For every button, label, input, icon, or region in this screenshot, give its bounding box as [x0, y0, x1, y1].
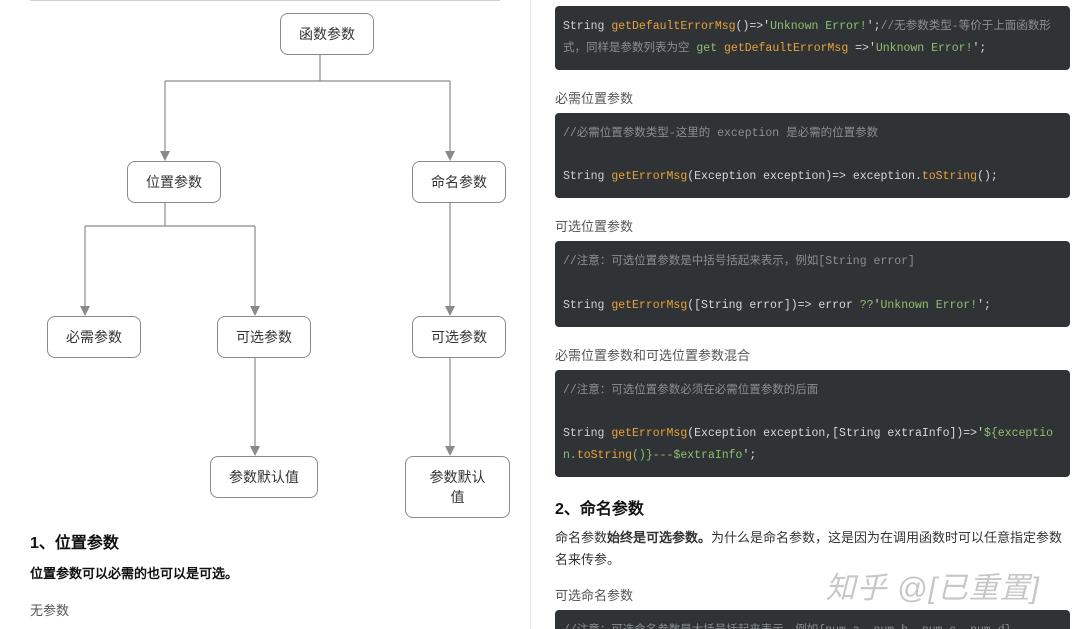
section-1-title: 1、位置参数 — [30, 529, 500, 553]
code-block-3: //注意：可选位置参数必须在必需位置参数的后面 String getErrorM… — [555, 370, 1070, 477]
section-1-lead: 位置参数可以必需的也可以是可选。 — [30, 563, 500, 582]
flow-node-def2: 参数默认值 — [405, 456, 510, 518]
code-block-1: //必需位置参数类型-这里的 exception 是必需的位置参数 String… — [555, 113, 1070, 199]
flow-node-req: 必需参数 — [47, 316, 141, 358]
flow-node-root: 函数参数 — [280, 13, 374, 55]
section-2-para: 命名参数始终是可选参数。为什么是命名参数，这是因为在调用函数时可以任意指定参数名… — [555, 527, 1070, 571]
section-2-title: 2、命名参数 — [555, 495, 1070, 519]
heading-required-pos: 必需位置参数 — [555, 88, 1070, 107]
code-block-0: String getDefaultErrorMsg()=>'Unknown Er… — [555, 6, 1070, 70]
subheading-noargs: 无参数 — [30, 600, 500, 619]
flow-node-opt1: 可选参数 — [217, 316, 311, 358]
heading-optional-pos: 可选位置参数 — [555, 216, 1070, 235]
heading-optional-named: 可选命名参数 — [555, 585, 1070, 604]
flow-node-named: 命名参数 — [412, 161, 506, 203]
heading-mixed-pos: 必需位置参数和可选位置参数混合 — [555, 345, 1070, 364]
flow-node-opt2: 可选参数 — [412, 316, 506, 358]
flow-node-def1: 参数默认值 — [210, 456, 318, 498]
code-block-2: //注意：可选位置参数是中括号括起来表示，例如[String error] St… — [555, 241, 1070, 327]
flow-node-pos: 位置参数 — [127, 161, 221, 203]
para2-lead: 命名参数 — [555, 530, 607, 545]
flowchart: 函数参数 位置参数 命名参数 必需参数 可选参数 可选参数 参数默认值 参数默认… — [30, 1, 510, 511]
para2-bold: 始终是可选参数。 — [607, 530, 711, 545]
code-block-4: //注意：可选命名参数是大括号括起来表示，例如{num a, num b, nu… — [555, 610, 1070, 629]
